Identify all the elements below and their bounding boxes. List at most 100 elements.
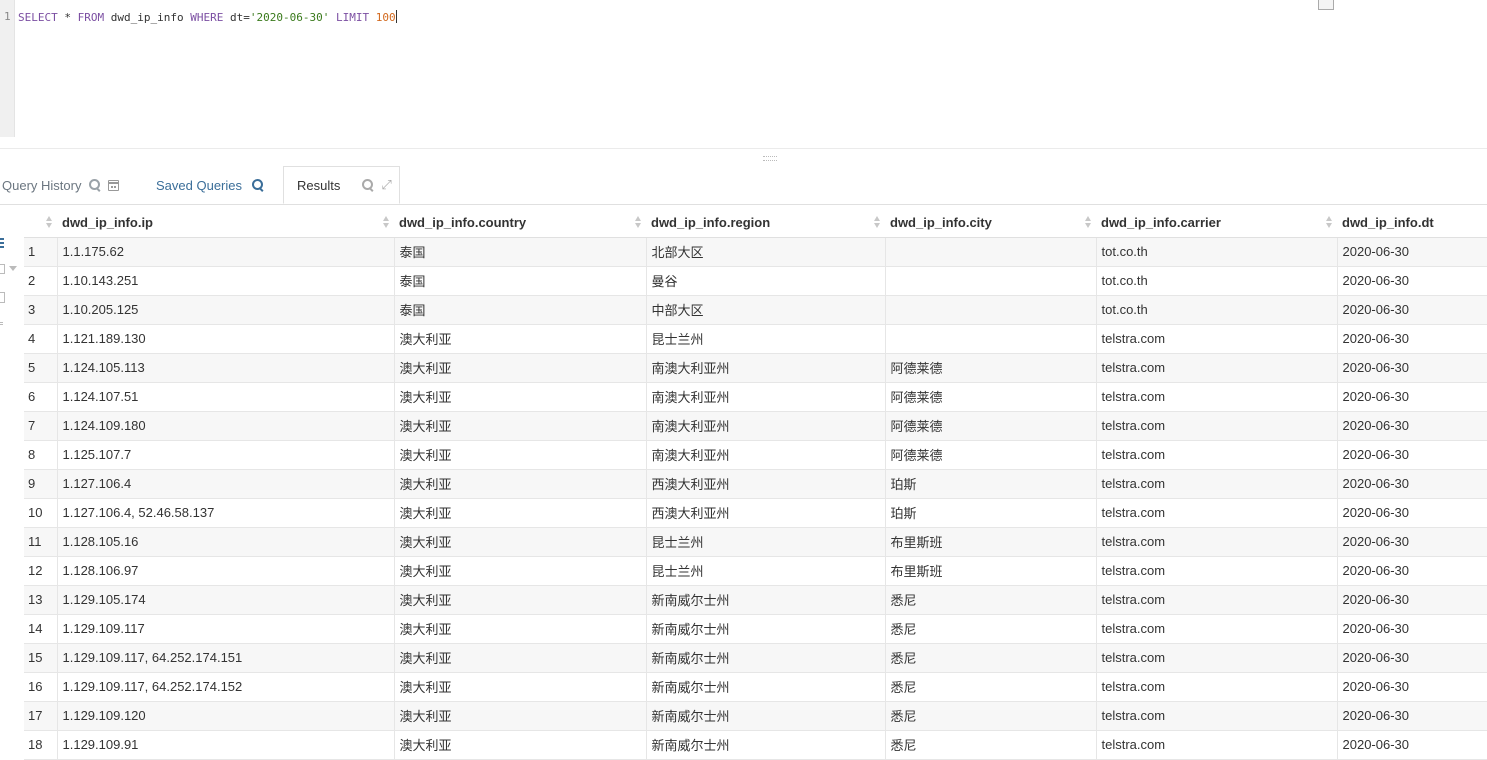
carrier-cell[interactable]: telstra.com xyxy=(1095,556,1337,586)
tab-saved-queries[interactable]: Saved Queries xyxy=(156,166,264,204)
carrier-cell[interactable]: tot.co.th xyxy=(1095,266,1337,296)
region-cell[interactable]: 南澳大利亚州 xyxy=(645,382,885,412)
table-row[interactable]: 10 1.127.106.4, 52.46.58.137 澳大利亚 西澳大利亚州 珀斯 t… xyxy=(24,498,1487,528)
country-cell[interactable]: 澳大利亚 xyxy=(393,701,646,731)
country-cell[interactable]: 澳大利亚 xyxy=(393,469,646,499)
city-cell[interactable] xyxy=(884,266,1096,296)
region-cell[interactable]: 新南威尔士州 xyxy=(645,614,885,644)
table-row[interactable]: 9 1.127.106.4 澳大利亚 西澳大利亚州 珀斯 telstra.com 2020-… xyxy=(24,469,1487,499)
table-row[interactable]: 5 1.124.105.113 澳大利亚 南澳大利亚州 阿德莱德 telstra.com 2… xyxy=(24,353,1487,383)
table-row[interactable]: 2 1.10.143.251 泰国 曼谷 tot.co.th 2020-06-30 xyxy=(24,266,1487,296)
chart-view-icon[interactable] xyxy=(0,264,5,274)
region-cell[interactable]: 昆士兰州 xyxy=(645,527,885,557)
dt-cell[interactable]: 2020-06-30 xyxy=(1336,672,1487,702)
table-row[interactable]: 13 1.129.105.174 澳大利亚 新南威尔士州 悉尼 telstra.com 20… xyxy=(24,585,1487,615)
dt-cell[interactable]: 2020-06-30 xyxy=(1336,266,1487,296)
city-cell[interactable]: 悉尼 xyxy=(884,614,1096,644)
table-row[interactable]: 16 1.129.109.117, 64.252.174.152 澳大利亚 新南威尔士… xyxy=(24,672,1487,702)
pane-splitter[interactable] xyxy=(0,148,1487,149)
city-cell[interactable]: 悉尼 xyxy=(884,643,1096,673)
carrier-cell[interactable]: telstra.com xyxy=(1095,353,1337,383)
row-number-cell[interactable]: 7 xyxy=(24,411,57,441)
dt-cell[interactable]: 2020-06-30 xyxy=(1336,730,1487,760)
row-number-cell[interactable]: 5 xyxy=(24,353,57,383)
row-number-cell[interactable]: 13 xyxy=(24,585,57,615)
table-row[interactable]: 6 1.124.107.51 澳大利亚 南澳大利亚州 阿德莱德 telstra.com 20… xyxy=(24,382,1487,412)
row-number-cell[interactable]: 15 xyxy=(24,643,57,673)
row-number-cell[interactable]: 17 xyxy=(24,701,57,731)
dt-cell[interactable]: 2020-06-30 xyxy=(1336,469,1487,499)
table-row[interactable]: 1 1.1.175.62 泰国 北部大区 tot.co.th 2020-06-30 xyxy=(24,237,1487,267)
region-cell[interactable]: 新南威尔士州 xyxy=(645,672,885,702)
table-row[interactable]: 3 1.10.205.125 泰国 中部大区 tot.co.th 2020-06-30 xyxy=(24,295,1487,325)
region-cell[interactable]: 新南威尔士州 xyxy=(645,585,885,615)
row-number-cell[interactable]: 12 xyxy=(24,556,57,586)
dt-cell[interactable]: 2020-06-30 xyxy=(1336,614,1487,644)
table-row[interactable]: 4 1.121.189.130 澳大利亚 昆士兰州 telstra.com 2020-06… xyxy=(24,324,1487,354)
column-header[interactable]: dwd_ip_info.city xyxy=(885,208,1096,238)
chevron-down-icon[interactable] xyxy=(9,266,17,271)
ip-cell[interactable]: 1.124.109.180 xyxy=(56,411,394,441)
dt-cell[interactable]: 2020-06-30 xyxy=(1336,382,1487,412)
ip-cell[interactable]: 1.129.109.117, 64.252.174.151 xyxy=(56,643,394,673)
row-number-cell[interactable]: 14 xyxy=(24,614,57,644)
city-cell[interactable]: 悉尼 xyxy=(884,701,1096,731)
country-cell[interactable]: 澳大利亚 xyxy=(393,585,646,615)
ip-cell[interactable]: 1.129.109.117 xyxy=(56,614,394,644)
table-row[interactable]: 8 1.125.107.7 澳大利亚 南澳大利亚州 阿德莱德 telstra.com 202… xyxy=(24,440,1487,470)
carrier-cell[interactable]: telstra.com xyxy=(1095,701,1337,731)
row-number-cell[interactable]: 16 xyxy=(24,672,57,702)
ip-cell[interactable]: 1.128.105.16 xyxy=(56,527,394,557)
region-cell[interactable]: 南澳大利亚州 xyxy=(645,411,885,441)
carrier-cell[interactable]: telstra.com xyxy=(1095,527,1337,557)
dt-cell[interactable]: 2020-06-30 xyxy=(1336,237,1487,267)
row-number-cell[interactable]: 10 xyxy=(24,498,57,528)
carrier-cell[interactable]: telstra.com xyxy=(1095,498,1337,528)
search-icon[interactable] xyxy=(89,179,101,191)
region-cell[interactable]: 新南威尔士州 xyxy=(645,643,885,673)
carrier-cell[interactable]: telstra.com xyxy=(1095,382,1337,412)
columns-icon[interactable] xyxy=(0,292,5,303)
city-cell[interactable]: 悉尼 xyxy=(884,730,1096,760)
ip-cell[interactable]: 1.129.109.120 xyxy=(56,701,394,731)
ip-cell[interactable]: 1.1.175.62 xyxy=(56,237,394,267)
country-cell[interactable]: 澳大利亚 xyxy=(393,324,646,354)
column-header[interactable]: dwd_ip_info.region xyxy=(646,208,885,238)
editor-resize-handle[interactable] xyxy=(1318,0,1334,10)
sql-query-line[interactable]: SELECT * FROM dwd_ip_info WHERE dt='2020… xyxy=(18,10,397,25)
carrier-cell[interactable]: telstra.com xyxy=(1095,440,1337,470)
country-cell[interactable]: 澳大利亚 xyxy=(393,556,646,586)
country-cell[interactable]: 澳大利亚 xyxy=(393,614,646,644)
region-cell[interactable]: 南澳大利亚州 xyxy=(645,440,885,470)
sort-icon[interactable] xyxy=(1085,216,1092,230)
region-cell[interactable]: 西澳大利亚州 xyxy=(645,498,885,528)
table-row[interactable]: 17 1.129.109.120 澳大利亚 新南威尔士州 悉尼 telstra.com 20… xyxy=(24,701,1487,731)
region-cell[interactable]: 新南威尔士州 xyxy=(645,701,885,731)
carrier-cell[interactable]: tot.co.th xyxy=(1095,295,1337,325)
country-cell[interactable]: 泰国 xyxy=(393,237,646,267)
dt-cell[interactable]: 2020-06-30 xyxy=(1336,440,1487,470)
row-number-cell[interactable]: 2 xyxy=(24,266,57,296)
dt-cell[interactable]: 2020-06-30 xyxy=(1336,411,1487,441)
city-cell[interactable] xyxy=(884,295,1096,325)
ip-cell[interactable]: 1.125.107.7 xyxy=(56,440,394,470)
country-cell[interactable]: 泰国 xyxy=(393,295,646,325)
ip-cell[interactable]: 1.129.109.91 xyxy=(56,730,394,760)
column-header[interactable]: dwd_ip_info.ip xyxy=(57,208,394,238)
ip-cell[interactable]: 1.127.106.4, 52.46.58.137 xyxy=(56,498,394,528)
row-number-cell[interactable]: 1 xyxy=(24,237,57,267)
ip-cell[interactable]: 1.10.205.125 xyxy=(56,295,394,325)
country-cell[interactable]: 澳大利亚 xyxy=(393,411,646,441)
column-header[interactable]: dwd_ip_info.dt xyxy=(1337,208,1487,238)
ip-cell[interactable]: 1.121.189.130 xyxy=(56,324,394,354)
country-cell[interactable]: 澳大利亚 xyxy=(393,643,646,673)
carrier-cell[interactable]: telstra.com xyxy=(1095,672,1337,702)
city-cell[interactable]: 珀斯 xyxy=(884,469,1096,499)
row-number-cell[interactable]: 6 xyxy=(24,382,57,412)
grid-view-icon[interactable] xyxy=(0,238,4,248)
sort-icon[interactable] xyxy=(635,216,642,230)
city-cell[interactable]: 珀斯 xyxy=(884,498,1096,528)
sort-icon[interactable] xyxy=(874,216,881,230)
row-number-cell[interactable]: 18 xyxy=(24,730,57,760)
city-cell[interactable]: 阿德莱德 xyxy=(884,353,1096,383)
